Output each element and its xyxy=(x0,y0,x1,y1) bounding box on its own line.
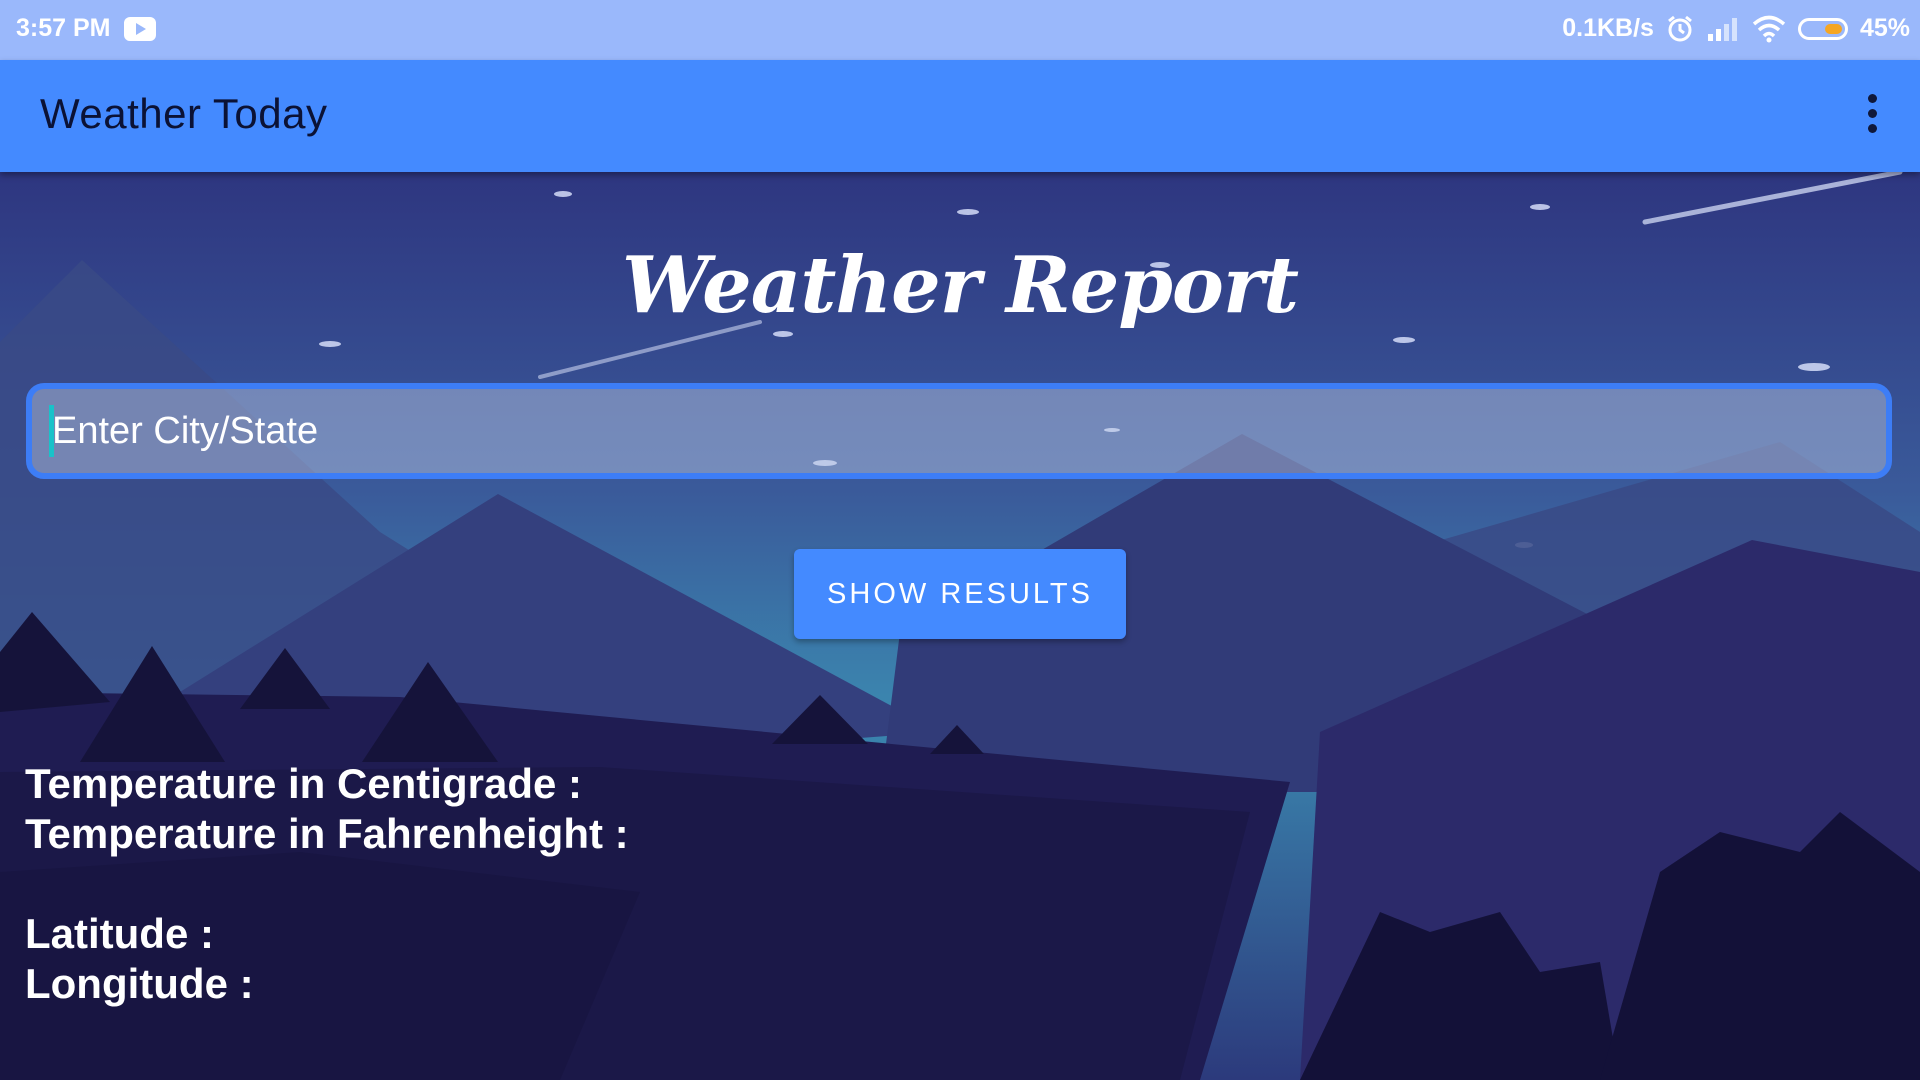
status-time: 3:57 PM xyxy=(16,14,111,42)
app-title: Weather Today xyxy=(40,90,328,137)
longitude-label: Longitude : xyxy=(25,960,254,1007)
battery-percent: 45% xyxy=(1859,14,1910,42)
wifi-icon xyxy=(1752,15,1786,42)
temp-fahrenheit-label: Temperature in Fahrenheight : xyxy=(25,810,629,857)
show-results-button[interactable]: SHOW RESULTS xyxy=(794,549,1126,639)
signal-icon xyxy=(1707,17,1737,41)
status-bar: 3:57 PM 0.1KB/s 45% xyxy=(0,0,1920,60)
alarm-icon xyxy=(1668,15,1692,41)
report-heading: Weather Report xyxy=(621,240,1299,331)
latitude-label: Latitude : xyxy=(25,910,214,957)
app-bar: Weather Today xyxy=(0,60,1920,172)
network-speed: 0.1KB/s xyxy=(1562,14,1654,42)
temp-centigrade-label: Temperature in Centigrade : xyxy=(25,760,582,807)
youtube-icon xyxy=(124,16,157,41)
text-caret xyxy=(49,405,54,457)
battery-icon xyxy=(1797,17,1848,40)
city-input[interactable] xyxy=(26,383,1892,479)
more-vert-icon[interactable] xyxy=(1864,94,1880,138)
